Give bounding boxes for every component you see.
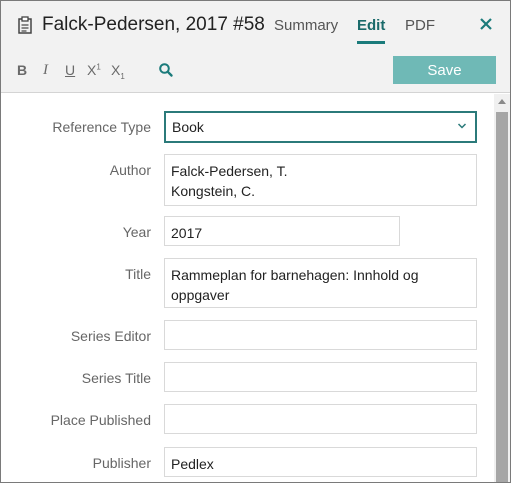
italic-button[interactable]: I	[43, 62, 48, 79]
year-value: 2017	[171, 225, 203, 241]
title-line: oppgaver	[171, 287, 230, 303]
year-field[interactable]: 2017	[164, 216, 400, 246]
series-editor-label: Series Editor	[70, 328, 151, 344]
superscript-button[interactable]: X1	[87, 62, 101, 78]
subscript-button[interactable]: X1	[111, 62, 125, 81]
tab-summary[interactable]: Summary	[274, 17, 338, 34]
author-line: Falck-Pedersen, T.	[171, 163, 288, 179]
publisher-value: Pedlex	[171, 456, 214, 472]
superscript-base: X	[87, 62, 97, 78]
superscript-mark: 1	[96, 62, 101, 72]
tab-pdf[interactable]: PDF	[405, 17, 435, 34]
title-label: Title	[125, 266, 151, 282]
author-line: Kongstein, C.	[171, 183, 256, 199]
subscript-base: X	[111, 62, 121, 78]
chevron-down-icon	[457, 123, 467, 129]
bold-button[interactable]: B	[17, 62, 27, 78]
series-editor-field[interactable]	[164, 320, 477, 350]
place-published-field[interactable]	[164, 404, 477, 434]
title-row: Falck-Pedersen, 2017 #58 Summary Edit PD…	[1, 1, 510, 49]
series-title-field[interactable]	[164, 362, 477, 392]
underline-button[interactable]: U	[65, 62, 75, 78]
clipboard-icon	[18, 16, 32, 34]
reference-form: Reference Type Book Author Falck-Pederse…	[1, 94, 494, 482]
scroll-up-arrow-icon[interactable]	[494, 94, 510, 110]
publisher-field[interactable]: Pedlex	[164, 447, 477, 477]
formatting-toolbar: B I U X1 X1 Save	[1, 53, 510, 89]
year-label: Year	[122, 224, 151, 240]
subscript-mark: 1	[120, 71, 125, 81]
reference-type-label: Reference Type	[52, 119, 151, 135]
place-published-label: Place Published	[50, 412, 151, 428]
publisher-label: Publisher	[92, 455, 151, 471]
save-button[interactable]: Save	[393, 56, 496, 84]
scrollbar-thumb[interactable]	[496, 112, 508, 482]
title-field[interactable]: Rammeplan for barnehagen: Innhold og opp…	[164, 258, 477, 308]
tab-edit[interactable]: Edit	[357, 17, 386, 44]
editor-header: Falck-Pedersen, 2017 #58 Summary Edit PD…	[1, 1, 510, 93]
title-line: Rammeplan for barnehagen: Innhold og	[171, 267, 419, 283]
author-label: Author	[109, 162, 151, 178]
author-field[interactable]: Falck-Pedersen, T. Kongstein, C.	[164, 154, 477, 206]
close-icon[interactable]	[478, 16, 494, 32]
reference-editor-window: Falck-Pedersen, 2017 #58 Summary Edit PD…	[0, 0, 511, 483]
reference-type-select[interactable]: Book	[164, 111, 477, 143]
vertical-scrollbar[interactable]	[494, 94, 510, 482]
reference-type-value: Book	[172, 119, 204, 135]
search-icon[interactable]	[158, 62, 174, 78]
reference-title: Falck-Pedersen, 2017 #58	[42, 14, 265, 35]
series-title-label: Series Title	[81, 370, 151, 386]
